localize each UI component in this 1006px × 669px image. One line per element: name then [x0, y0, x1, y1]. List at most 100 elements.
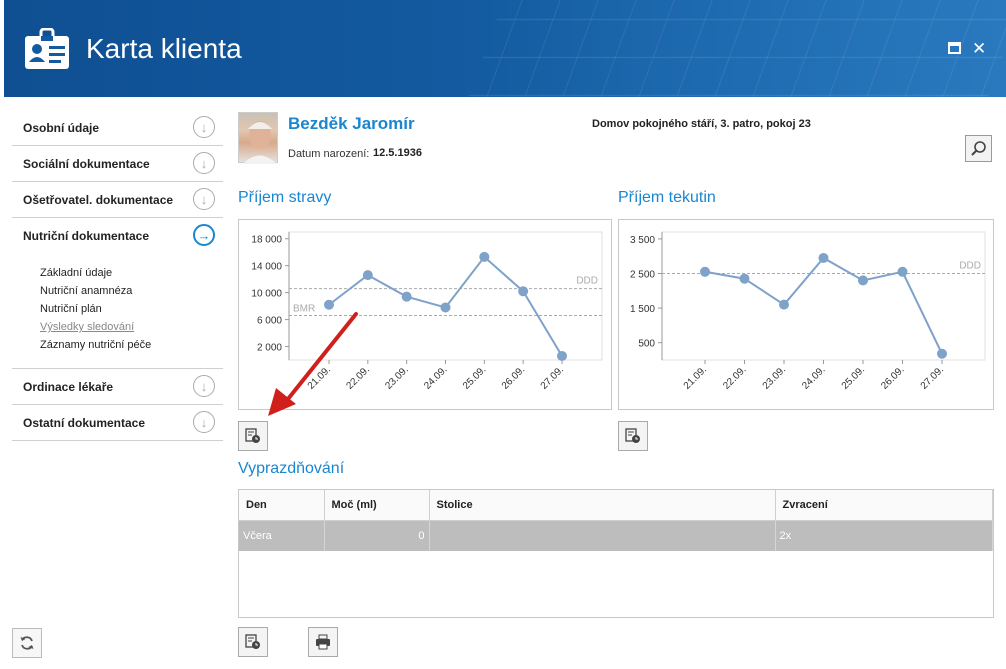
chevron-down-icon: ↓ — [193, 152, 215, 174]
sidebar-item-label: Ošetřovatel. dokumentace — [23, 192, 174, 207]
subnav-item-zakladni-udaje[interactable]: Základní údaje — [40, 264, 223, 282]
data-point — [557, 350, 567, 361]
y-tick-label: 2 500 — [630, 270, 655, 281]
data-point — [858, 275, 868, 286]
food-history-button[interactable] — [238, 421, 268, 451]
column-header-stool[interactable]: Stolice — [429, 490, 776, 521]
sidebar-item-osobni-udaje[interactable]: Osobní údaje ↓ — [12, 110, 223, 146]
excretion-history-button[interactable] — [238, 627, 268, 657]
x-tick-label: 26.09. — [879, 364, 906, 391]
data-point — [401, 291, 412, 302]
x-tick-label: 23.09. — [761, 364, 788, 391]
subnav-item-vysledky-sledovani[interactable]: Výsledky sledování — [40, 318, 223, 336]
x-tick-label: 21.09. — [682, 364, 709, 391]
reference-line-label: DDD — [959, 261, 981, 272]
column-header-day[interactable]: Den — [239, 490, 325, 521]
food-intake-chart: 18 000 14 000 10 000 6 000 2 000 DDD BMR 21.09.… — [238, 219, 612, 410]
sidebar-item-label: Sociální dokumentace — [23, 156, 150, 171]
y-tick-label: 10 000 — [251, 289, 282, 300]
sidebar-item-ostatni-dokumentace[interactable]: Ostatní dokumentace ↓ — [12, 405, 223, 441]
y-tick-label: 6 000 — [257, 316, 282, 327]
y-tick-label: 3 500 — [630, 235, 655, 246]
x-tick-label: 25.09. — [461, 364, 488, 391]
fluid-history-button[interactable] — [618, 421, 648, 451]
sidebar-item-label: Osobní údaje — [23, 120, 100, 135]
client-card-icon — [25, 28, 69, 69]
sidebar-item-nutricni-dokumentace[interactable]: Nutriční dokumentace → — [12, 218, 223, 254]
subnav-item-nutricni-anamneza[interactable]: Nutriční anamnéza — [40, 282, 223, 300]
client-name: Bezděk Jaromír — [288, 114, 415, 133]
search-button[interactable] — [965, 135, 992, 162]
table-header-row: Den Moč (ml) Stolice Zvracení — [239, 490, 993, 521]
sidebar-item-socialni-dokumentace[interactable]: Sociální dokumentace ↓ — [12, 146, 223, 182]
chevron-down-icon: ↓ — [193, 375, 215, 397]
title-bar: Karta klienta ✕ — [4, 0, 1006, 97]
client-photo — [238, 112, 278, 164]
history-list-icon — [625, 428, 640, 443]
y-tick-label: 2 000 — [257, 343, 282, 354]
reference-line-label: DDD — [576, 276, 598, 287]
x-tick-label: 22.09. — [345, 364, 372, 391]
data-point — [440, 302, 451, 313]
print-button[interactable] — [308, 627, 338, 657]
history-list-icon — [245, 428, 260, 443]
data-point — [937, 348, 947, 359]
sidebar-item-label: Nutriční dokumentace — [23, 229, 150, 243]
x-tick-label: 21.09. — [306, 364, 333, 391]
sidebar-subnav: Základní údaje Nutriční anamnéza Nutričn… — [12, 254, 223, 369]
subnav-item-nutricni-plan[interactable]: Nutriční plán — [40, 300, 223, 318]
column-header-vomiting[interactable]: Zvracení — [775, 490, 993, 521]
data-point — [897, 266, 908, 277]
sidebar: Osobní údaje ↓ Sociální dokumentace ↓ Oš… — [12, 110, 223, 441]
reference-line-label: BMR — [293, 304, 315, 315]
printer-icon — [316, 634, 330, 650]
plot-area — [288, 231, 603, 361]
y-tick-label: 500 — [638, 339, 655, 350]
data-point — [518, 286, 529, 297]
column-header-urine[interactable]: Moč (ml) — [324, 490, 430, 521]
arrow-right-icon: → — [193, 224, 215, 246]
table-row[interactable]: Včera 0 2x — [239, 520, 993, 551]
cell-vomiting: 2x — [775, 520, 993, 551]
refresh-icon — [20, 636, 34, 650]
sidebar-item-osetrovatel-dokumentace[interactable]: Ošetřovatel. dokumentace ↓ — [12, 182, 223, 218]
excretion-table: Den Moč (ml) Stolice Zvracení Včera 0 2x — [238, 489, 994, 618]
title-bar-decoration — [468, 0, 1006, 97]
chevron-down-icon: ↓ — [193, 116, 215, 138]
data-point — [779, 299, 789, 310]
history-list-icon — [245, 634, 260, 649]
x-tick-label: 24.09. — [800, 364, 827, 391]
fluid-intake-title: Příjem tekutin — [618, 189, 716, 206]
refresh-button[interactable] — [12, 628, 42, 658]
excretion-title: Vyprazdňování — [238, 460, 345, 477]
data-point — [324, 299, 334, 310]
close-button[interactable]: ✕ — [972, 39, 986, 59]
x-tick-label: 22.09. — [721, 364, 748, 391]
x-tick-label: 27.09. — [539, 364, 566, 391]
fluid-intake-chart: 3 500 2 500 1 500 500 DDD 21.09. 22.09. 23.09. 2… — [618, 219, 994, 410]
sidebar-item-label: Ostatní dokumentace — [23, 415, 146, 430]
cell-day: Včera — [239, 520, 325, 551]
window-title: Karta klienta — [86, 33, 242, 64]
subnav-item-zaznamy-nutricni-pece[interactable]: Záznamy nutriční péče — [40, 336, 223, 354]
x-tick-label: 27.09. — [919, 364, 946, 391]
data-point — [818, 252, 829, 263]
data-point — [739, 273, 750, 284]
sidebar-item-label: Ordinace lékaře — [23, 379, 114, 394]
data-point — [700, 266, 710, 277]
food-intake-title: Příjem stravy — [238, 189, 332, 206]
dob-value: 12.5.1936 — [373, 147, 422, 159]
y-tick-label: 14 000 — [251, 262, 282, 273]
cell-urine: 0 — [324, 520, 430, 551]
cell-stool — [429, 520, 776, 551]
data-point — [479, 251, 490, 262]
dob-label: Datum narození: — [288, 148, 370, 160]
maximize-button[interactable] — [948, 42, 961, 54]
chevron-down-icon: ↓ — [193, 188, 215, 210]
magnifier-icon — [970, 140, 986, 156]
y-tick-label: 18 000 — [251, 235, 282, 246]
data-point — [362, 270, 373, 281]
x-tick-label: 25.09. — [840, 364, 867, 391]
y-tick-label: 1 500 — [630, 304, 655, 315]
sidebar-item-ordinace-lekare[interactable]: Ordinace lékaře ↓ — [12, 369, 223, 405]
